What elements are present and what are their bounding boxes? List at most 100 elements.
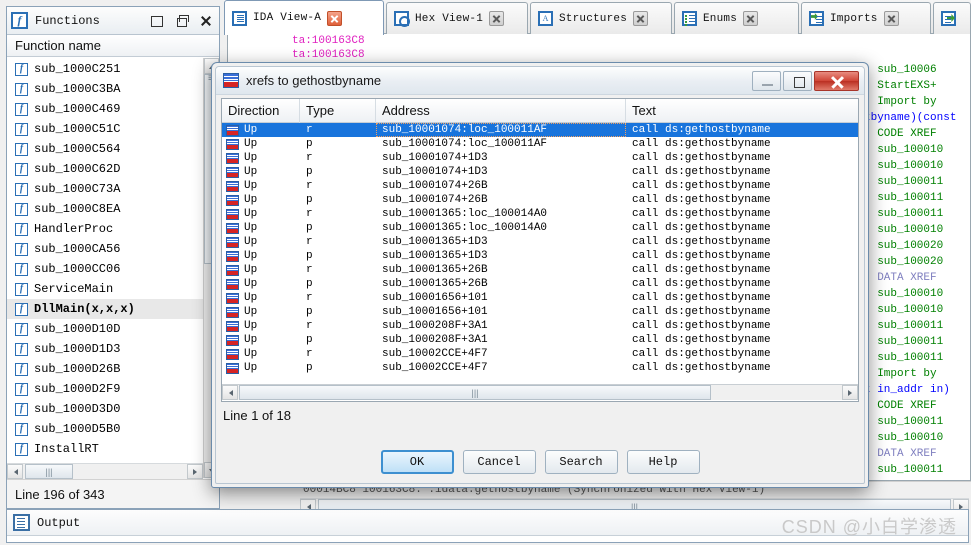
xref-type-cell: r xyxy=(306,320,313,332)
function-list-item[interactable]: f DllMain(x,x,x) xyxy=(7,299,203,319)
tab-close-icon[interactable] xyxy=(327,10,343,26)
search-button[interactable]: Search xyxy=(544,450,618,474)
tab-imports[interactable]: Imports xyxy=(801,2,931,34)
function-list-item[interactable]: f sub_1000C469 xyxy=(7,99,203,119)
xref-row[interactable]: Up p sub_10002CCE+4F7 call ds:gethostbyname xyxy=(222,361,858,375)
function-list-item[interactable]: f sub_1000C51C xyxy=(7,119,203,139)
xref-direction-cell: Up xyxy=(222,291,300,305)
xref-row[interactable]: Up p sub_10001074+1D3 call ds:gethostbyname xyxy=(222,165,858,179)
xref-direction-label: Up xyxy=(244,278,258,290)
column-header-address[interactable]: Address xyxy=(376,99,626,123)
functions-status-line: Line 196 of 343 xyxy=(7,479,219,508)
tab-close-icon[interactable] xyxy=(883,11,899,26)
function-list-item[interactable]: f sub_1000D10D xyxy=(7,319,203,339)
function-list-item[interactable]: f HandlerProc xyxy=(7,219,203,239)
function-list-item[interactable]: f sub_1000D3D0 xyxy=(7,399,203,419)
xref-row[interactable]: Up p sub_10001365:loc_100014A0 call ds:geth… xyxy=(222,221,858,235)
xrefs-dialog-titlebar[interactable]: xrefs to gethostbyname xyxy=(216,67,864,95)
close-icon[interactable] xyxy=(814,70,859,91)
functions-hscrollbar[interactable]: ||| xyxy=(7,463,203,479)
xrefs-icon xyxy=(226,306,239,318)
xref-row[interactable]: Up p sub_10001365+26B call ds:gethostbyname xyxy=(222,277,858,291)
functions-hscroll-right-arrow[interactable] xyxy=(187,464,203,479)
xref-type-cell: p xyxy=(306,250,313,262)
xref-row[interactable]: Up p sub_10001365+1D3 call ds:gethostbyname xyxy=(222,249,858,263)
xrefs-hscroll-right-arrow[interactable] xyxy=(842,385,858,400)
xref-row[interactable]: Up p sub_10001656+101 call ds:gethostbyname xyxy=(222,305,858,319)
xref-row[interactable]: Up r sub_10001365:loc_100014A0 call ds:geth… xyxy=(222,207,858,221)
output-icon xyxy=(13,514,30,531)
xref-row[interactable]: Up r sub_1000208F+3A1 call ds:gethostbyname xyxy=(222,319,858,333)
function-icon: f xyxy=(15,302,28,316)
hex-view-icon xyxy=(394,11,410,27)
tab-ida-view-a[interactable]: IDA View-A xyxy=(224,0,384,35)
xref-row[interactable]: Up r sub_10001074+1D3 call ds:gethostbyname xyxy=(222,151,858,165)
function-list-item[interactable]: f sub_1000C62D xyxy=(7,159,203,179)
xrefs-dialog[interactable]: xrefs to gethostbyname Direction Type Ad… xyxy=(211,62,869,488)
ok-button[interactable]: OK xyxy=(380,450,454,474)
xrefs-hscroll-left-arrow[interactable] xyxy=(222,385,238,400)
function-list-item[interactable]: f sub_1000D1D3 xyxy=(7,339,203,359)
xref-row[interactable]: Up p sub_10001074:loc_100011AF call ds:geth… xyxy=(222,137,858,151)
tab-enums[interactable]: Enums xyxy=(674,2,799,34)
xref-text-cell: call ds:gethostbyname xyxy=(632,166,771,178)
functions-hscroll-left-arrow[interactable] xyxy=(7,464,23,479)
xref-direction-label: Up xyxy=(244,264,258,276)
xref-row[interactable]: Up p sub_1000208F+3A1 call ds:gethostbyname xyxy=(222,333,858,347)
help-button[interactable]: Help xyxy=(626,450,700,474)
close-icon[interactable] xyxy=(197,12,215,30)
xrefs-table-rows: Up r sub_10001074:loc_100011AF call ds:geth… xyxy=(222,123,858,375)
function-list-item[interactable]: f ServiceMain xyxy=(7,279,203,299)
function-list-item[interactable]: f sub_1000CC06 xyxy=(7,259,203,279)
cancel-button[interactable]: Cancel xyxy=(462,450,536,474)
xrefs-table[interactable]: Direction Type Address Text Up r sub_10001… xyxy=(221,98,859,402)
function-name-column-header[interactable]: Function name xyxy=(7,35,219,57)
function-icon: f xyxy=(11,12,28,29)
tab-exports[interactable] xyxy=(933,2,971,34)
function-list-item[interactable]: f InstallRT xyxy=(7,439,203,459)
function-icon: f xyxy=(15,202,28,216)
column-header-text[interactable]: Text xyxy=(626,99,858,123)
xref-row[interactable]: Up r sub_10001074+26B call ds:gethostbyname xyxy=(222,179,858,193)
function-list-item[interactable]: f sub_1000C564 xyxy=(7,139,203,159)
functions-hscroll-thumb[interactable]: ||| xyxy=(25,464,73,479)
function-list-item[interactable]: f sub_1000D26B xyxy=(7,359,203,379)
xref-address-cell: sub_10002CCE+4F7 xyxy=(382,348,488,360)
functions-list[interactable]: f sub_1000C251 f sub_1000C3BA f sub_1000C469 f… xyxy=(7,58,203,478)
function-list-item[interactable]: f sub_1000CA56 xyxy=(7,239,203,259)
xrefs-hscroll-thumb[interactable]: ||| xyxy=(239,385,711,400)
function-list-item[interactable]: f sub_1000C3BA xyxy=(7,79,203,99)
xref-row[interactable]: Up r sub_10001365+26B call ds:gethostbyname xyxy=(222,263,858,277)
tab-structures[interactable]: A Structures xyxy=(530,2,672,34)
column-header-type[interactable]: Type xyxy=(300,99,376,123)
function-list-item[interactable]: f sub_1000D5B0 xyxy=(7,419,203,439)
restore-icon[interactable] xyxy=(172,12,190,30)
xrefs-dialog-body: Direction Type Address Text Up r sub_10001… xyxy=(221,98,859,478)
xref-row[interactable]: Up r sub_10001074:loc_100011AF call ds:geth… xyxy=(222,123,858,137)
tab-hex-view-1[interactable]: Hex View-1 xyxy=(386,2,528,34)
tab-close-icon[interactable] xyxy=(489,11,505,26)
xref-row[interactable]: Up r sub_10002CCE+4F7 call ds:gethostbyname xyxy=(222,347,858,361)
function-list-item[interactable]: f sub_1000C73A xyxy=(7,179,203,199)
xref-row[interactable]: Up p sub_10001074+26B call ds:gethostbyname xyxy=(222,193,858,207)
xrefs-table-hscrollbar[interactable]: ||| xyxy=(222,384,858,401)
tab-close-icon[interactable] xyxy=(743,11,759,26)
xrefs-dialog-frame: xrefs to gethostbyname Direction Type Ad… xyxy=(215,66,865,484)
function-list-item[interactable]: f sub_1000D2F9 xyxy=(7,379,203,399)
tab-close-icon[interactable] xyxy=(633,11,649,26)
function-list-item[interactable]: f sub_1000C251 xyxy=(7,59,203,79)
xref-type-cell: p xyxy=(306,306,313,318)
xref-text-cell: call ds:gethostbyname xyxy=(632,138,771,150)
maximize-icon[interactable] xyxy=(147,12,165,30)
maximize-icon[interactable] xyxy=(783,70,812,91)
minimize-icon[interactable] xyxy=(752,70,781,91)
function-name-label: sub_1000D2F9 xyxy=(34,382,121,396)
column-header-direction[interactable]: Direction xyxy=(222,99,300,123)
xref-row[interactable]: Up r sub_10001365+1D3 call ds:gethostbyname xyxy=(222,235,858,249)
function-icon: f xyxy=(15,382,28,396)
function-name-label: HandlerProc xyxy=(34,222,114,236)
function-list-item[interactable]: f sub_1000C8EA xyxy=(7,199,203,219)
xref-address-cell: sub_10001365:loc_100014A0 xyxy=(382,222,548,234)
xref-row[interactable]: Up r sub_10001656+101 call ds:gethostbyname xyxy=(222,291,858,305)
xrefs-icon xyxy=(226,320,239,332)
